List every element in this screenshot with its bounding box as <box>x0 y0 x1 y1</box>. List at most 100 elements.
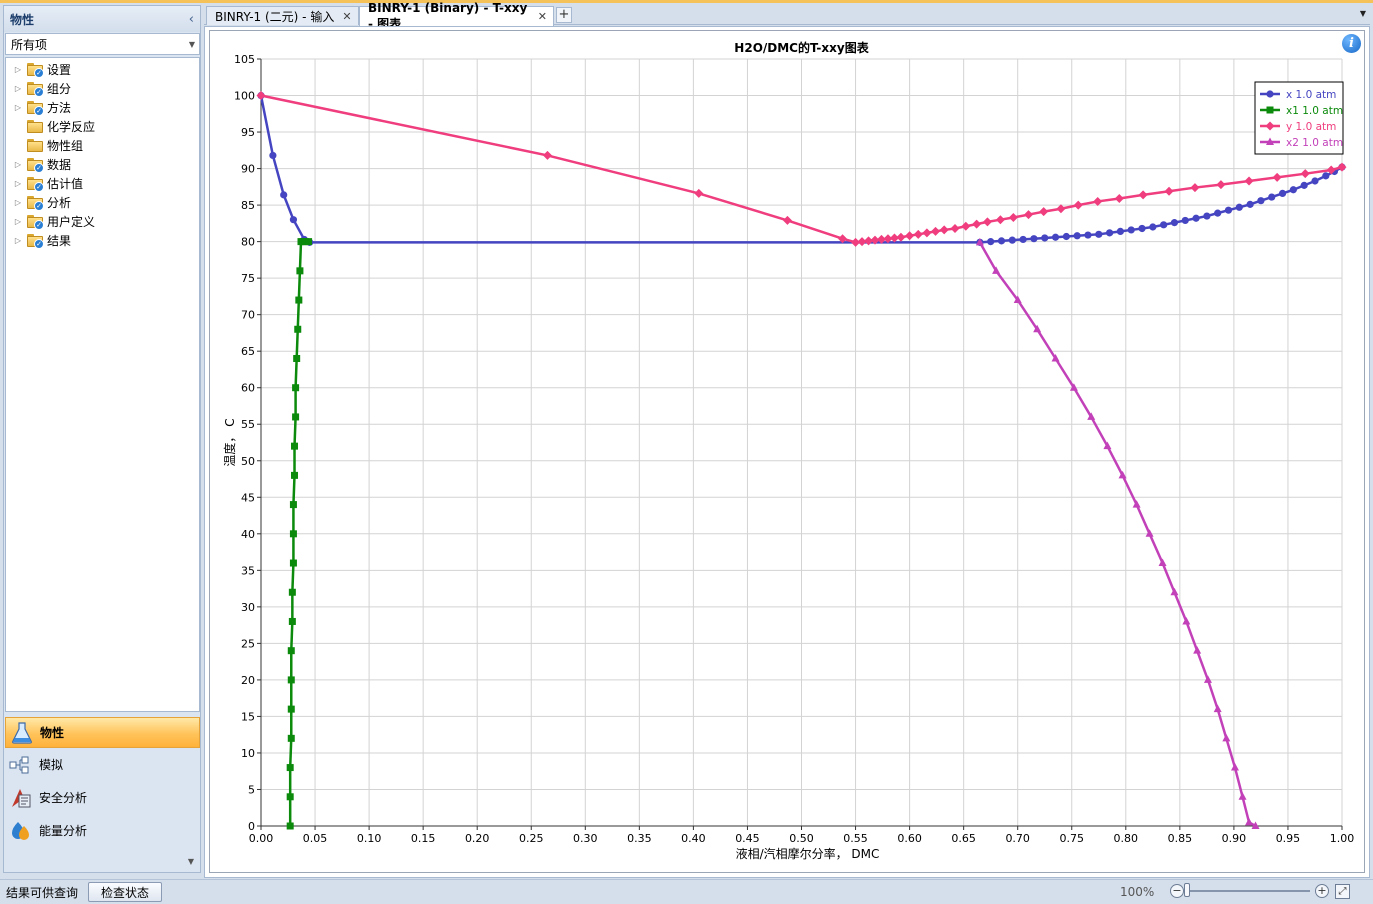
data-point <box>293 354 301 362</box>
expand-arrow-icon[interactable]: ▷ <box>12 198 24 207</box>
tree-item[interactable]: ▷ ✓ 用户定义 <box>6 212 199 231</box>
zoom-in-icon[interactable]: + <box>1315 884 1329 898</box>
x-tick-label: 0.15 <box>411 832 436 845</box>
data-point <box>931 226 941 236</box>
data-point <box>1062 232 1070 241</box>
y-tick-label: 55 <box>241 418 255 431</box>
data-point <box>1073 200 1083 210</box>
chevron-down-icon[interactable]: ▼ <box>189 40 195 49</box>
x-tick-label: 1.00 <box>1330 832 1355 845</box>
tree-item[interactable]: ▷ ✓ 估计值 <box>6 174 199 193</box>
data-point <box>1105 229 1114 237</box>
x-tick-label: 0.50 <box>789 832 814 845</box>
status-bar: 结果可供查询 检查状态 100% − + ⤢ <box>0 879 1373 904</box>
fit-to-window-icon[interactable]: ⤢ <box>1335 884 1350 899</box>
expand-arrow-icon[interactable]: ▷ <box>12 160 24 169</box>
check-status-button[interactable]: 检查状态 <box>88 882 163 902</box>
tree-item[interactable]: ▷ ✓ 数据 <box>6 155 199 174</box>
folder-check-icon: ✓ <box>27 82 44 97</box>
expand-arrow-icon[interactable]: ▷ <box>12 103 24 112</box>
y-tick-label: 40 <box>241 528 255 541</box>
expand-arrow-icon[interactable]: ▷ <box>12 84 24 93</box>
tree-item[interactable]: 物性组 <box>6 136 199 155</box>
data-point <box>1192 214 1200 222</box>
data-point <box>896 232 906 242</box>
folder-check-icon: ✓ <box>27 101 44 116</box>
new-tab-button[interactable]: + <box>556 7 572 23</box>
filter-dropdown[interactable]: 所有项 ▼ <box>5 33 200 55</box>
y-tick-label: 100 <box>234 90 255 103</box>
tree-item-label: 用户定义 <box>47 215 96 229</box>
data-point <box>1289 186 1297 194</box>
tree-item[interactable]: ▷ ✓ 分析 <box>6 193 199 212</box>
flask-icon <box>10 721 34 744</box>
expand-arrow-icon[interactable]: ▷ <box>12 236 24 245</box>
x-tick-label: 0.85 <box>1168 832 1193 845</box>
data-point <box>1230 763 1239 771</box>
data-point <box>292 413 300 421</box>
data-point <box>1235 203 1243 211</box>
expand-arrow-icon[interactable]: ▷ <box>12 179 24 188</box>
zoom-out-icon[interactable]: − <box>1170 884 1184 898</box>
tree-item[interactable]: ▷ ✓ 组分 <box>6 79 199 98</box>
folder-check-icon: ✓ <box>27 158 44 173</box>
data-point <box>1170 587 1179 596</box>
module-button[interactable]: 模拟 <box>5 748 200 781</box>
data-point <box>1216 180 1226 190</box>
zoom-slider-thumb[interactable] <box>1184 883 1190 897</box>
y-tick-label: 35 <box>241 564 255 577</box>
module-button[interactable]: 物性 <box>5 717 200 748</box>
tree-item[interactable]: ▷ ✓ 方法 <box>6 98 199 117</box>
y-tick-label: 50 <box>241 455 255 468</box>
expand-arrow-icon[interactable]: ▷ <box>12 217 24 226</box>
data-point <box>939 225 949 235</box>
data-point <box>1138 224 1146 233</box>
txy-chart[interactable]: 0.00 0.05 0.10 0.15 0.20 0.25 0.30 0.35 0.40 0.45… <box>210 31 1366 874</box>
data-point <box>1244 176 1254 186</box>
x-tick-label: 0.00 <box>249 832 274 845</box>
data-point <box>1278 189 1287 198</box>
top-accent-bar <box>0 0 1373 3</box>
tab-binry-input[interactable]: BINRY-1 (二元) - 输入 ✕ <box>206 6 359 25</box>
data-point <box>1214 209 1222 217</box>
data-point <box>1213 704 1222 713</box>
close-tab-icon[interactable]: ✕ <box>342 10 351 23</box>
configure-buttons-icon[interactable]: ▼ <box>188 857 194 866</box>
info-icon[interactable]: i <box>1342 34 1361 53</box>
tree-item-label: 组分 <box>47 82 72 96</box>
module-label: 能量分析 <box>39 824 88 838</box>
chart-frame[interactable]: 0.00 0.05 0.10 0.15 0.20 0.25 0.30 0.35 0.40 0.45… <box>209 30 1365 873</box>
data-point <box>1008 213 1018 223</box>
tab-list-chevron-icon[interactable]: ▼ <box>1360 9 1366 18</box>
data-point <box>289 559 297 567</box>
expand-arrow-icon[interactable]: ▷ <box>12 65 24 74</box>
y-tick-label: 70 <box>241 309 255 322</box>
data-point <box>1127 226 1135 234</box>
data-point <box>286 764 294 772</box>
data-point <box>1149 223 1157 231</box>
x-tick-label: 0.20 <box>465 832 490 845</box>
zoom-slider-track[interactable] <box>1188 890 1310 892</box>
collapse-pane-icon[interactable]: ‹ <box>189 12 194 27</box>
data-point <box>1170 219 1179 227</box>
data-point <box>1024 210 1034 220</box>
close-tab-icon[interactable]: ✕ <box>538 10 547 23</box>
data-point <box>296 267 304 275</box>
data-point <box>289 530 297 538</box>
tree-item[interactable]: 化学反应 <box>6 117 199 136</box>
module-button[interactable]: 能量分析 <box>5 814 200 847</box>
data-point <box>1246 200 1254 208</box>
tree-item[interactable]: ▷ ✓ 结果 <box>6 231 199 250</box>
tree-item[interactable]: ▷ ✓ 设置 <box>6 60 199 79</box>
x-tick-label: 0.45 <box>735 832 760 845</box>
data-point <box>1095 230 1103 238</box>
data-point <box>1138 190 1148 200</box>
tab-binry-txxy-plot[interactable]: BINRY-1 (Binary) - T-xxy - 图表 ✕ <box>359 1 554 31</box>
data-point <box>1190 183 1200 193</box>
x-tick-label: 0.30 <box>573 832 598 845</box>
document-tabstrip: BINRY-1 (二元) - 输入 ✕ BINRY-1 (Binary) - T… <box>204 1 1370 31</box>
x-axis-label: 液相/汽相摩尔分率， DMC <box>736 846 880 861</box>
data-point <box>1300 181 1308 189</box>
data-point <box>1203 212 1211 220</box>
module-button[interactable]: 安全分析 <box>5 781 200 814</box>
